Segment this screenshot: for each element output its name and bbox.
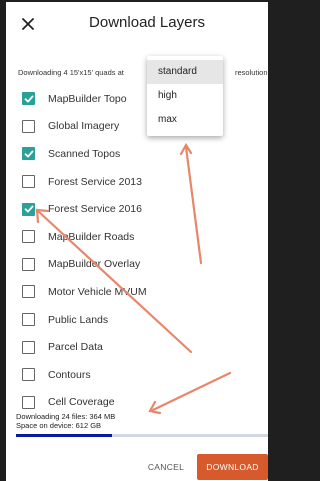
- cancel-button[interactable]: CANCEL: [144, 458, 188, 476]
- close-icon[interactable]: [16, 12, 40, 36]
- download-progress-fill: [16, 434, 112, 437]
- layer-label: Contours: [48, 368, 91, 381]
- layer-label: MapBuilder Overlay: [48, 258, 141, 271]
- layer-label: Forest Service 2013: [48, 175, 142, 188]
- layer-item[interactable]: Global Imagery: [22, 113, 262, 141]
- layer-checkbox[interactable]: [22, 147, 35, 161]
- layer-list: MapBuilder Topo Global Imagery Scanned Top…: [22, 85, 262, 416]
- layer-checkbox[interactable]: [22, 175, 35, 189]
- dialog-header: Download Layers: [6, 2, 268, 48]
- dialog-title: Download Layers: [89, 14, 205, 31]
- layer-item[interactable]: MapBuilder Roads: [22, 223, 262, 251]
- resolution-option[interactable]: max: [147, 108, 223, 132]
- resolution-dropdown-menu[interactable]: standard high max: [147, 56, 223, 136]
- layer-checkbox[interactable]: [22, 368, 35, 382]
- layer-checkbox[interactable]: [22, 285, 35, 299]
- layer-checkbox[interactable]: [22, 119, 35, 133]
- layer-item[interactable]: Parcel Data: [22, 333, 262, 361]
- layer-checkbox[interactable]: [22, 395, 35, 409]
- download-info-tail: resolution: [235, 68, 268, 77]
- download-progress-bar: [16, 434, 268, 437]
- layer-item[interactable]: Motor Vehicle MVUM: [22, 278, 262, 306]
- download-info-text: Downloading 4 15'x15' quads at resolutio…: [18, 68, 268, 77]
- layer-item[interactable]: Public Lands: [22, 306, 262, 334]
- layer-item[interactable]: Forest Service 2013: [22, 168, 262, 196]
- layer-checkbox[interactable]: [22, 340, 35, 354]
- layer-item[interactable]: MapBuilder Overlay: [22, 251, 262, 279]
- layer-label: Cell Coverage: [48, 396, 115, 409]
- layer-label: Parcel Data: [48, 341, 103, 354]
- layer-checkbox[interactable]: [22, 202, 35, 216]
- layer-label: Public Lands: [48, 313, 109, 326]
- download-files-text: Downloading 24 files: 364 MB: [16, 412, 116, 421]
- download-button[interactable]: DOWNLOAD: [197, 454, 268, 480]
- download-status: Downloading 24 files: 364 MB Space on de…: [16, 412, 115, 430]
- layer-item[interactable]: Forest Service 2016: [22, 195, 262, 223]
- layer-label: MapBuilder Topo: [48, 92, 127, 105]
- layer-item[interactable]: MapBuilder Topo: [22, 85, 262, 113]
- dialog-actions: CANCEL DOWNLOAD: [6, 454, 268, 480]
- checkmark-icon: [24, 205, 33, 213]
- layer-item[interactable]: Scanned Topos: [22, 140, 262, 168]
- layer-label: Scanned Topos: [48, 147, 121, 160]
- resolution-option[interactable]: standard: [147, 60, 223, 84]
- layer-item[interactable]: Contours: [22, 361, 262, 389]
- layer-checkbox[interactable]: [22, 257, 35, 271]
- checkmark-icon: [24, 95, 33, 103]
- layer-label: Global Imagery: [48, 120, 120, 133]
- layer-checkbox[interactable]: [22, 313, 35, 327]
- layer-checkbox[interactable]: [22, 230, 35, 244]
- device-space-text: Space on device: 612 GB: [16, 421, 102, 430]
- layer-checkbox[interactable]: [22, 92, 35, 106]
- checkmark-icon: [24, 150, 33, 158]
- layer-label: Motor Vehicle MVUM: [48, 285, 147, 298]
- download-layers-dialog: Download Layers Downloading 4 15'x15' qu…: [6, 2, 268, 481]
- layer-label: Forest Service 2016: [48, 203, 142, 216]
- resolution-option[interactable]: high: [147, 84, 223, 108]
- download-info-main: Downloading 4 15'x15' quads at: [18, 68, 124, 77]
- layer-label: MapBuilder Roads: [48, 230, 135, 243]
